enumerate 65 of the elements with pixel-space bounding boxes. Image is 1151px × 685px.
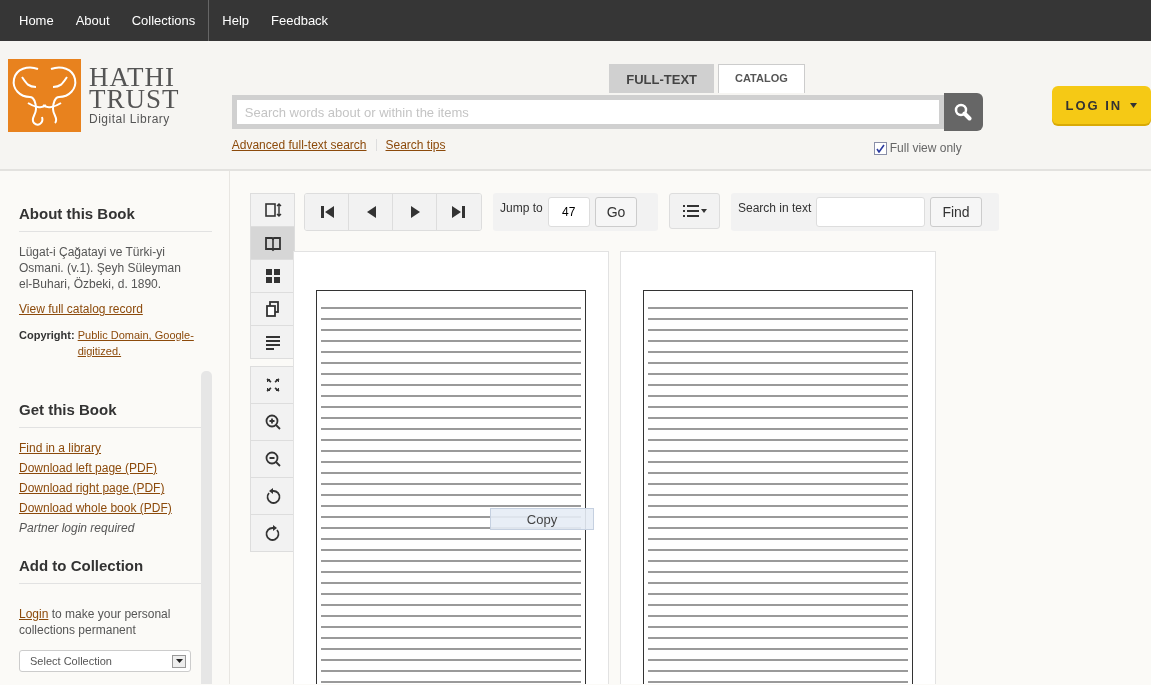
login-button[interactable]: LOG IN [1051,86,1151,124]
search-tab[interactable]: CATALOG [718,64,805,93]
search-text-field[interactable] [816,197,926,227]
search-icon [954,103,973,121]
checkbox-label: Full view only [889,141,962,155]
contents-menu-button[interactable] [669,193,720,229]
download-link[interactable]: Find in a library [19,439,102,457]
search-link[interactable]: Search tips [385,138,446,152]
search-link[interactable]: Advanced full-text search [231,138,367,152]
search-button[interactable] [943,93,983,131]
zoom-out-icon [263,450,282,468]
open-book-icon [263,234,282,252]
last-page-button[interactable] [437,194,481,230]
search-label: Search in text [738,201,812,215]
rotate-right-icon [263,524,282,542]
go-button[interactable]: Go [594,197,638,227]
nav-link[interactable]: Home [8,13,65,28]
thumbnail-view-button[interactable] [250,259,295,293]
catalog-link[interactable]: View full catalog record [19,302,143,316]
rotate-left-button[interactable] [250,477,295,515]
copyright-text: Copyright: Public Domain, Google-digitized. [19,327,211,359]
download-link[interactable]: Download right page (PDF) [19,479,165,497]
copyright-link[interactable]: Public Domain, Google-digitized. [77,327,206,359]
list-icon [682,204,707,218]
text-lines-icon [263,333,282,351]
rotate-right-button[interactable] [250,514,295,552]
previous-page-button[interactable] [349,194,393,230]
text-view-button[interactable] [250,325,295,359]
note-text: Partner login required [19,520,136,537]
jump-label: Jump to [500,201,543,215]
scroll-view-button[interactable] [250,193,295,227]
flip-view-button[interactable] [250,226,295,260]
first-page-button[interactable] [305,194,349,230]
last-page-icon [450,203,468,221]
scroll-view-icon [263,201,282,219]
find-button[interactable]: Find [930,197,982,227]
collection-text: Login to make your personal collections permanent [19,606,172,638]
elephant-logo-icon [8,59,81,132]
nav-link[interactable]: Feedback [260,13,340,28]
nav-link[interactable]: Help [211,13,260,28]
zoom-out-button[interactable] [250,440,295,478]
page-view-button[interactable] [250,292,295,326]
section-heading: About this Book [19,205,212,232]
nav-link[interactable]: About [64,13,121,28]
collection-select[interactable]: Select Collection [19,650,191,672]
nav-link[interactable]: Collections [120,13,207,28]
page-number-field[interactable]: 47 [547,197,590,227]
grid-icon [263,267,282,285]
download-link[interactable]: Download whole book (PDF) [19,499,172,517]
login-link[interactable]: Login [19,607,49,621]
search-tab[interactable]: FULL-TEXT [609,64,714,93]
pages-icon [263,300,282,318]
next-page-button[interactable] [393,194,437,230]
search-field[interactable]: Search words about or within the items [231,95,944,129]
zoom-in-button[interactable] [250,403,295,441]
fullscreen-button[interactable] [250,366,295,404]
logo-text: TRUST [89,87,180,110]
zoom-in-icon [263,413,282,431]
logo-text: HATHI [89,65,175,88]
logo-subtitle: Digital Library [89,111,171,126]
download-link[interactable]: Download left page (PDF) [19,459,158,477]
caret-icon [1130,102,1138,108]
book-title-text: Lügat-i Çağatayi ve Türki-yi Osmani. (v.1). Şeyh Süleyman el-Buhari, Özbeki, d. 1890. [19,244,182,292]
full-view-checkbox[interactable] [873,141,887,155]
copy-popup[interactable]: Copy [490,508,594,530]
